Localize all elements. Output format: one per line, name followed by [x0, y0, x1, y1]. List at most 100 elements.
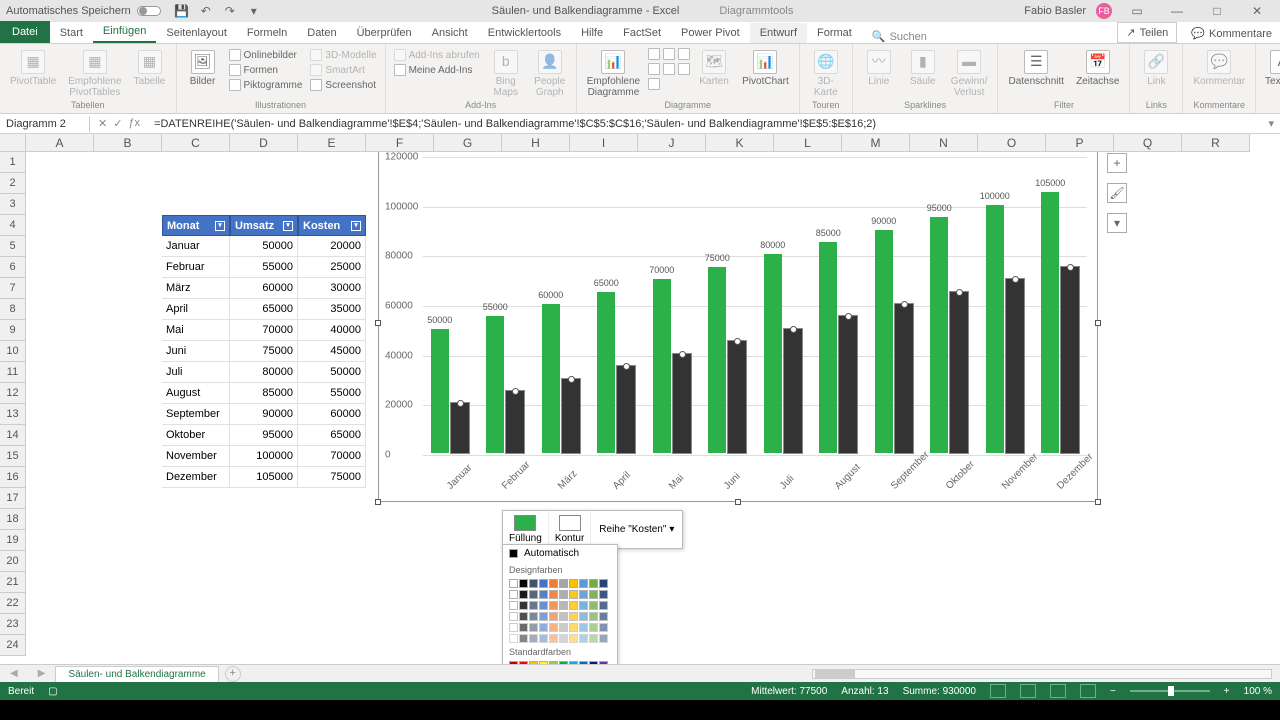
- sparkline-line-button[interactable]: 〰Linie: [859, 48, 899, 89]
- fx-icon[interactable]: ƒx: [128, 117, 140, 130]
- bar-kosten[interactable]: [895, 304, 913, 453]
- color-swatch[interactable]: [549, 634, 558, 643]
- cell[interactable]: 70000: [230, 320, 298, 341]
- color-swatch[interactable]: [589, 590, 598, 599]
- column-header[interactable]: N: [910, 134, 978, 152]
- row-header[interactable]: 15: [0, 446, 26, 467]
- cell[interactable]: Juni: [162, 341, 230, 362]
- normal-view-icon[interactable]: [1020, 684, 1036, 698]
- color-swatch[interactable]: [529, 623, 538, 632]
- color-swatch[interactable]: [599, 579, 608, 588]
- color-swatch[interactable]: [539, 579, 548, 588]
- color-swatch[interactable]: [529, 579, 538, 588]
- tab-daten[interactable]: Daten: [297, 23, 346, 43]
- bar-umsatz[interactable]: [875, 230, 893, 454]
- macro-record-icon[interactable]: ▢: [48, 686, 57, 697]
- color-swatch[interactable]: [519, 579, 528, 588]
- waterfall-chart-icon[interactable]: [678, 63, 690, 75]
- pictures-button[interactable]: 🖼Bilder: [183, 48, 223, 89]
- sheet-tab[interactable]: Säulen- und Balkendiagramme: [55, 666, 218, 682]
- color-swatch[interactable]: [539, 590, 548, 599]
- color-swatch[interactable]: [519, 612, 528, 621]
- color-swatch[interactable]: [599, 590, 608, 599]
- color-swatch[interactable]: [579, 601, 588, 610]
- color-swatch[interactable]: [599, 623, 608, 632]
- automatic-color[interactable]: Automatisch: [503, 545, 617, 562]
- color-swatch[interactable]: [519, 590, 528, 599]
- people-graph-button[interactable]: 👤People Graph: [530, 48, 570, 100]
- row-header[interactable]: 8: [0, 299, 26, 320]
- color-swatch[interactable]: [579, 661, 588, 664]
- color-swatch[interactable]: [579, 612, 588, 621]
- cell[interactable]: 35000: [298, 299, 366, 320]
- cell[interactable]: September: [162, 404, 230, 425]
- series-selector[interactable]: Reihe "Kosten"▾: [591, 511, 682, 548]
- color-swatch[interactable]: [599, 661, 608, 664]
- color-swatch[interactable]: [529, 601, 538, 610]
- column-header[interactable]: F: [366, 134, 434, 152]
- color-swatch[interactable]: [569, 634, 578, 643]
- color-swatch[interactable]: [509, 661, 518, 664]
- color-swatch[interactable]: [509, 579, 518, 588]
- color-swatch[interactable]: [559, 623, 568, 632]
- my-addins-button[interactable]: Meine Add-Ins: [392, 63, 482, 77]
- save-icon[interactable]: 💾: [175, 4, 189, 18]
- color-swatch[interactable]: [569, 661, 578, 664]
- undo-icon[interactable]: ↶: [199, 4, 213, 18]
- tab-einfuegen[interactable]: Einfügen: [93, 21, 156, 43]
- row-header[interactable]: 14: [0, 425, 26, 446]
- enter-formula-icon[interactable]: ✓: [113, 117, 122, 130]
- cell[interactable]: Februar: [162, 257, 230, 278]
- bar-umsatz[interactable]: [653, 279, 671, 453]
- color-swatch[interactable]: [559, 634, 568, 643]
- color-swatch[interactable]: [579, 590, 588, 599]
- icons-button[interactable]: Piktogramme: [227, 78, 305, 92]
- color-swatch[interactable]: [589, 579, 598, 588]
- page-layout-view-icon[interactable]: [1050, 684, 1066, 698]
- cell[interactable]: 70000: [298, 446, 366, 467]
- color-swatch[interactable]: [559, 612, 568, 621]
- cell[interactable]: Dezember: [162, 467, 230, 488]
- cell[interactable]: 100000: [230, 446, 298, 467]
- column-header[interactable]: A: [26, 134, 94, 152]
- tab-ueberpruefen[interactable]: Überprüfen: [347, 23, 422, 43]
- cell[interactable]: 20000: [298, 236, 366, 257]
- bar-kosten[interactable]: [839, 316, 857, 453]
- outline-button[interactable]: Kontur: [549, 511, 591, 548]
- tab-start[interactable]: Start: [50, 23, 93, 43]
- bar-umsatz[interactable]: [597, 292, 615, 453]
- cell[interactable]: 30000: [298, 278, 366, 299]
- zoom-level[interactable]: 100 %: [1244, 686, 1272, 697]
- cell[interactable]: Juli: [162, 362, 230, 383]
- cell[interactable]: 25000: [298, 257, 366, 278]
- zoom-slider[interactable]: [1130, 690, 1210, 692]
- sheet-nav-next[interactable]: ▶: [28, 668, 56, 679]
- row-header[interactable]: 21: [0, 572, 26, 593]
- cell[interactable]: April: [162, 299, 230, 320]
- row-header[interactable]: 23: [0, 614, 26, 635]
- cell[interactable]: 50000: [298, 362, 366, 383]
- worksheet-grid[interactable]: ABCDEFGHIJKLMNOPQR 123456789101112131415…: [0, 134, 1280, 664]
- cell[interactable]: 105000: [230, 467, 298, 488]
- 3d-map-button[interactable]: 🌐3D- Karte: [806, 48, 846, 100]
- zoom-in-icon[interactable]: +: [1224, 686, 1230, 697]
- color-swatch[interactable]: [519, 601, 528, 610]
- formula-input[interactable]: =DATENREIHE('Säulen- und Balkendiagramme…: [148, 116, 1262, 132]
- cell[interactable]: 80000: [230, 362, 298, 383]
- cell[interactable]: Oktober: [162, 425, 230, 446]
- color-swatch[interactable]: [569, 590, 578, 599]
- color-swatch[interactable]: [529, 661, 538, 664]
- add-sheet-button[interactable]: +: [225, 666, 241, 682]
- column-header[interactable]: C: [162, 134, 230, 152]
- cell[interactable]: 40000: [298, 320, 366, 341]
- row-header[interactable]: 2: [0, 173, 26, 194]
- tell-me-search[interactable]: 🔍Suchen: [872, 30, 927, 43]
- bar-kosten[interactable]: [728, 341, 746, 453]
- autosave-toggle[interactable]: [137, 6, 161, 16]
- comments-button[interactable]: 💬Kommentare: [1183, 24, 1280, 43]
- bar-kosten[interactable]: [617, 366, 635, 453]
- table-button[interactable]: ▦Tabelle: [130, 48, 170, 89]
- color-swatch[interactable]: [549, 579, 558, 588]
- user-name[interactable]: Fabio Basler: [1024, 5, 1086, 17]
- zoom-out-icon[interactable]: −: [1110, 686, 1116, 697]
